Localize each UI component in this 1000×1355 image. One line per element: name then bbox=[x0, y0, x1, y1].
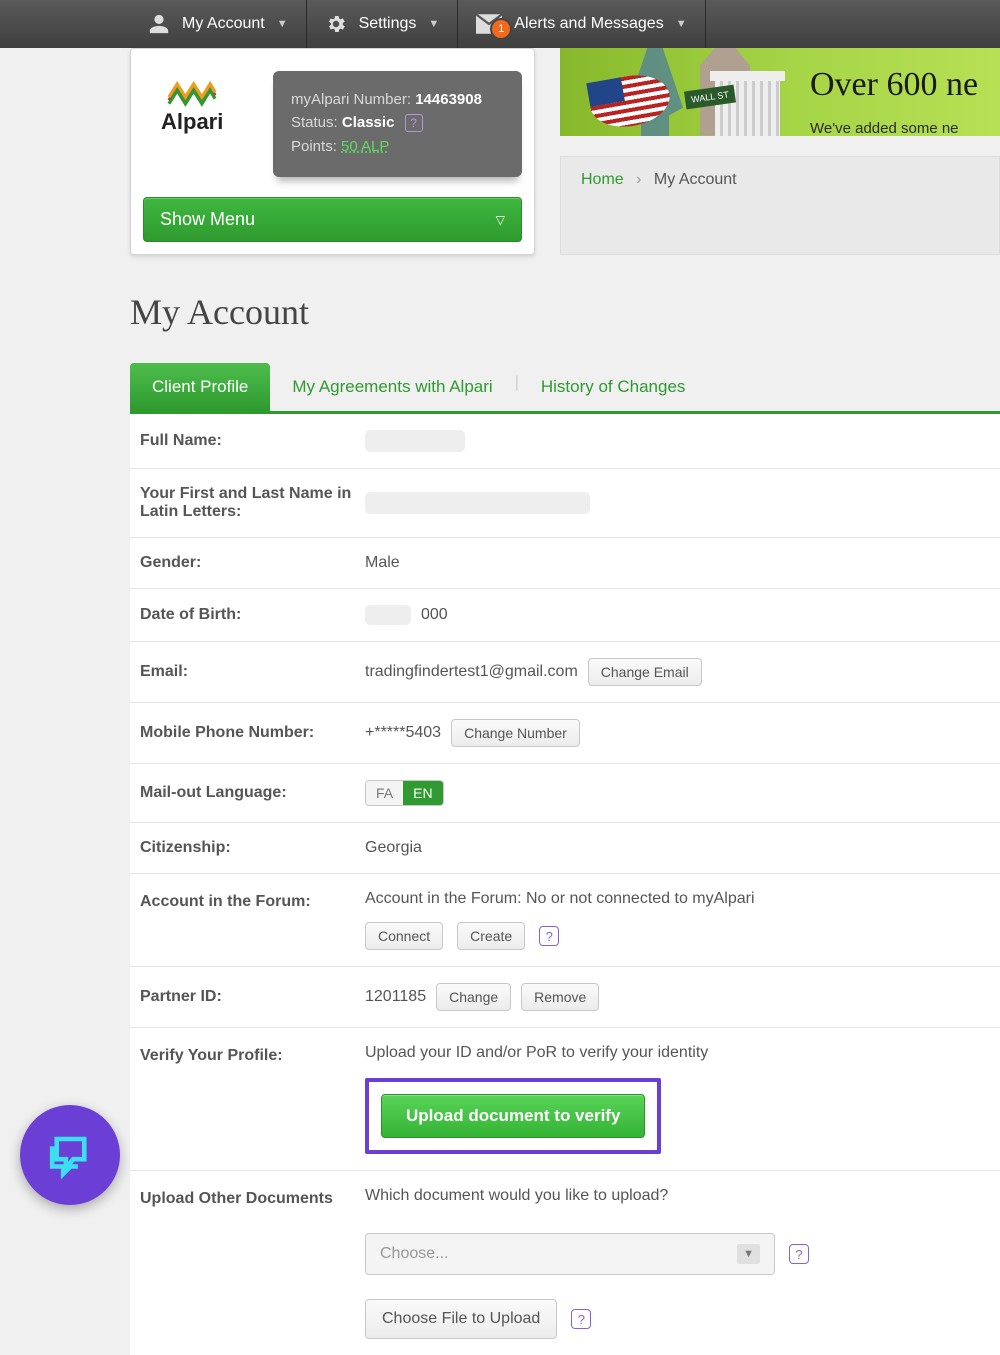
acct-number-label: myAlpari Number: bbox=[291, 91, 411, 108]
gender-value: Male bbox=[365, 554, 400, 572]
chevron-down-icon: ▼ bbox=[676, 18, 687, 30]
connect-button[interactable]: Connect bbox=[365, 922, 443, 950]
nav-alerts-label: Alerts and Messages bbox=[514, 15, 663, 33]
change-button[interactable]: Change bbox=[436, 983, 511, 1011]
chevron-down-icon: ▼ bbox=[428, 18, 439, 30]
row-verify: Verify Your Profile: Upload your ID and/… bbox=[130, 1028, 1000, 1171]
top-nav: My Account ▼ Settings ▼ 1 Alerts and Mes… bbox=[0, 0, 1000, 48]
alerts-badge: 1 bbox=[492, 20, 510, 38]
tab-agreements[interactable]: My Agreements with Alpari bbox=[270, 363, 514, 411]
chevron-down-icon: ▼ bbox=[277, 18, 288, 30]
banner-title: Over 600 ne bbox=[810, 66, 1000, 104]
forum-label: Account in the Forum: bbox=[140, 890, 365, 911]
row-language: Mail-out Language: FA EN bbox=[130, 764, 1000, 823]
banner-line1: We've added some ne bbox=[810, 120, 959, 136]
email-value: tradingfindertest1@gmail.com bbox=[365, 663, 578, 681]
change-number-button[interactable]: Change Number bbox=[451, 719, 580, 747]
nav-settings[interactable]: Settings ▼ bbox=[307, 0, 459, 48]
tabs: Client Profile My Agreements with Alpari… bbox=[130, 363, 1000, 414]
show-menu-label: Show Menu bbox=[160, 209, 255, 230]
tab-client-profile[interactable]: Client Profile bbox=[130, 363, 270, 411]
row-dob: Date of Birth: ████ 000 bbox=[130, 589, 1000, 642]
forum-value: Account in the Forum: No or not connecte… bbox=[365, 890, 990, 908]
breadcrumb: Home › My Account bbox=[560, 156, 1000, 256]
document-type-dropdown[interactable]: Choose... ▼ bbox=[365, 1233, 775, 1275]
points-value[interactable]: 50 ALP bbox=[341, 138, 389, 155]
points-label: Points: bbox=[291, 138, 337, 155]
highlight-annotation: Upload document to verify bbox=[365, 1078, 661, 1154]
logo-icon bbox=[161, 79, 223, 107]
nav-my-account[interactable]: My Account ▼ bbox=[130, 0, 307, 48]
acct-number-value: 14463908 bbox=[415, 91, 482, 108]
row-gender: Gender: Male bbox=[130, 538, 1000, 589]
partner-value: 1201185 bbox=[365, 988, 426, 1006]
row-citizenship: Citizenship: Georgia bbox=[130, 823, 1000, 874]
upload-verify-button[interactable]: Upload document to verify bbox=[381, 1094, 645, 1138]
nav-alerts[interactable]: 1 Alerts and Messages ▼ bbox=[458, 0, 705, 48]
status-value: Classic bbox=[342, 114, 395, 131]
promo-banner[interactable]: WALL ST Over 600 ne We've added some neC… bbox=[560, 48, 1000, 136]
support-icon bbox=[43, 1128, 98, 1183]
dob-suffix: 000 bbox=[421, 606, 448, 624]
breadcrumb-current: My Account bbox=[654, 171, 737, 188]
full-name-value: ████████ bbox=[365, 430, 465, 452]
citizenship-label: Citizenship: bbox=[140, 839, 365, 857]
email-label: Email: bbox=[140, 663, 365, 681]
support-fab[interactable] bbox=[20, 1105, 120, 1205]
row-latin-name: Your First and Last Name in Latin Letter… bbox=[130, 469, 1000, 538]
lang-en[interactable]: EN bbox=[403, 781, 442, 805]
help-icon[interactable]: ? bbox=[405, 114, 423, 132]
chevron-down-icon: ▼ bbox=[737, 1244, 760, 1264]
logo-text: Alpari bbox=[161, 109, 223, 135]
phone-label: Mobile Phone Number: bbox=[140, 724, 365, 742]
phone-value: +*****5403 bbox=[365, 724, 441, 742]
gender-label: Gender: bbox=[140, 554, 365, 572]
help-icon[interactable]: ? bbox=[539, 926, 559, 946]
gear-icon bbox=[325, 13, 347, 35]
row-partner: Partner ID: 1201185 Change Remove bbox=[130, 967, 1000, 1028]
dob-label: Date of Birth: bbox=[140, 606, 365, 624]
nav-settings-label: Settings bbox=[359, 15, 417, 33]
person-icon bbox=[148, 13, 170, 35]
mail-icon: 1 bbox=[476, 14, 502, 34]
logo: Alpari bbox=[161, 79, 223, 135]
full-name-label: Full Name: bbox=[140, 432, 365, 450]
show-menu-button[interactable]: Show Menu ▽ bbox=[143, 197, 522, 242]
language-toggle: FA EN bbox=[365, 780, 444, 806]
dropdown-placeholder: Choose... bbox=[380, 1245, 448, 1263]
row-upload-other: Upload Other Documents Which document wo… bbox=[130, 1171, 1000, 1355]
lang-fa[interactable]: FA bbox=[366, 781, 403, 805]
partner-label: Partner ID: bbox=[140, 988, 365, 1006]
row-email: Email: tradingfindertest1@gmail.com Chan… bbox=[130, 642, 1000, 703]
latin-name-label: Your First and Last Name in Latin Letter… bbox=[140, 485, 365, 521]
language-label: Mail-out Language: bbox=[140, 784, 365, 802]
row-full-name: Full Name: ████████ bbox=[130, 414, 1000, 469]
change-email-button[interactable]: Change Email bbox=[588, 658, 702, 686]
upload-other-text: Which document would you like to upload? bbox=[365, 1187, 990, 1205]
create-button[interactable]: Create bbox=[457, 922, 525, 950]
nav-my-account-label: My Account bbox=[182, 15, 265, 33]
help-icon[interactable]: ? bbox=[789, 1244, 809, 1264]
help-icon[interactable]: ? bbox=[571, 1309, 591, 1329]
verify-text: Upload your ID and/or PoR to verify your… bbox=[365, 1044, 990, 1062]
citizenship-value: Georgia bbox=[365, 839, 422, 857]
banner-illustration: WALL ST bbox=[560, 48, 780, 136]
chevron-right-icon: › bbox=[636, 171, 641, 188]
breadcrumb-home[interactable]: Home bbox=[581, 171, 624, 188]
row-phone: Mobile Phone Number: +*****5403 Change N… bbox=[130, 703, 1000, 764]
row-forum: Account in the Forum: Account in the For… bbox=[130, 874, 1000, 967]
dob-prefix: ████ bbox=[365, 605, 411, 625]
page-title: My Account bbox=[130, 291, 1000, 333]
verify-label: Verify Your Profile: bbox=[140, 1044, 365, 1065]
tab-history[interactable]: History of Changes bbox=[519, 363, 708, 411]
triangle-down-icon: ▽ bbox=[496, 213, 505, 227]
profile-card: Alpari myAlpari Number: 14463908 Status:… bbox=[130, 48, 535, 255]
account-info-card: myAlpari Number: 14463908 Status: Classi… bbox=[273, 71, 522, 177]
remove-button[interactable]: Remove bbox=[521, 983, 599, 1011]
status-label: Status: bbox=[291, 114, 338, 131]
latin-name-value: ████████████████████ bbox=[365, 492, 590, 514]
upload-other-label: Upload Other Documents bbox=[140, 1187, 365, 1208]
choose-file-button[interactable]: Choose File to Upload bbox=[365, 1299, 557, 1339]
